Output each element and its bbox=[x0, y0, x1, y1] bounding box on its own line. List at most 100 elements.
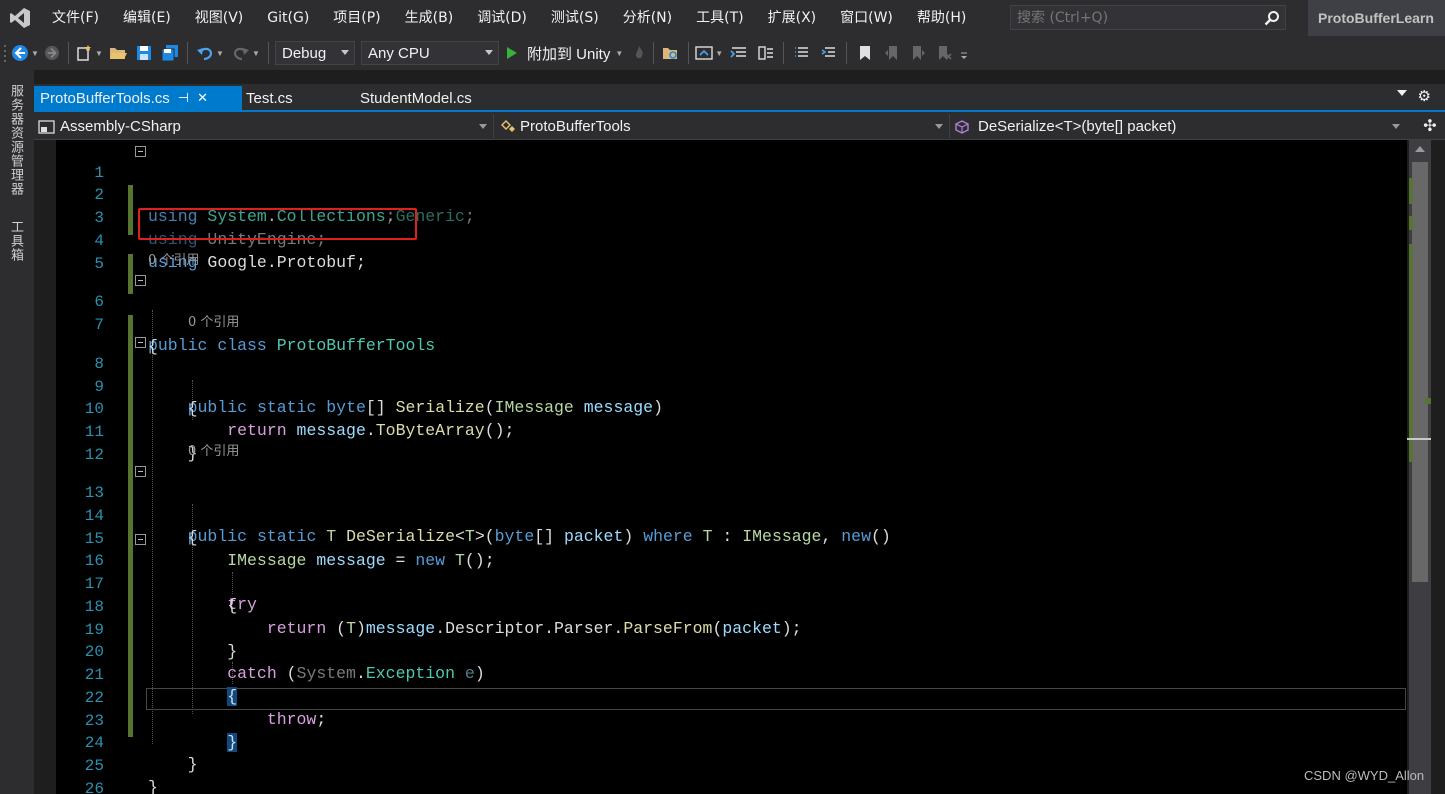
code-line: 26 bbox=[34, 756, 1407, 794]
scrollbar-thumb[interactable] bbox=[1412, 162, 1428, 582]
tab-test[interactable]: Test.cs bbox=[240, 86, 293, 110]
project-name: Assembly-CSharp bbox=[60, 118, 181, 135]
solution-explorer-icon[interactable]: ▼ bbox=[693, 40, 725, 66]
toolbar-separator bbox=[68, 42, 69, 64]
menu-help[interactable]: 帮助(H) bbox=[905, 0, 978, 36]
toolbox-tab[interactable]: 工具箱 bbox=[6, 220, 25, 262]
code-line: 25 } bbox=[34, 733, 1407, 794]
next-bookmark-icon[interactable] bbox=[905, 40, 931, 66]
menu-window[interactable]: 窗口(W) bbox=[828, 0, 905, 36]
menu-project[interactable]: 项目(P) bbox=[321, 0, 392, 36]
member-name: DeSerialize<T>(byte[] packet) bbox=[978, 118, 1177, 135]
new-project-icon[interactable]: ▼ bbox=[73, 40, 105, 66]
clear-bookmarks-icon[interactable] bbox=[931, 40, 957, 66]
code-line: 19 } bbox=[34, 597, 1407, 661]
code-line: 18 return (T)message.Descriptor.Parser.P… bbox=[34, 574, 1407, 638]
code-line: 8 public static byte[] Serialize(IMessag… bbox=[34, 331, 1407, 417]
redo-icon[interactable]: ▼ bbox=[228, 40, 264, 66]
save-icon[interactable] bbox=[131, 40, 157, 66]
scrollbar-change-mark bbox=[1409, 178, 1413, 204]
uncomment-lines-icon[interactable] bbox=[816, 40, 842, 66]
toolbar-grip[interactable] bbox=[0, 40, 10, 66]
search-input[interactable] bbox=[1011, 9, 1259, 26]
configuration-dropdown[interactable]: Debug bbox=[275, 41, 355, 65]
tab-label: StudentModel.cs bbox=[360, 89, 472, 107]
find-in-files-icon[interactable] bbox=[658, 40, 684, 66]
menu-debug[interactable]: 调试(D) bbox=[465, 0, 539, 36]
step-into-icon[interactable] bbox=[725, 40, 753, 66]
nav-divider bbox=[493, 114, 494, 138]
layout-icon[interactable] bbox=[753, 40, 779, 66]
nav-divider bbox=[949, 114, 950, 138]
tab-overflow-icon[interactable] bbox=[1397, 90, 1407, 96]
menu-view[interactable]: 视图(V) bbox=[183, 0, 256, 36]
menu-test[interactable]: 测试(S) bbox=[539, 0, 611, 36]
menu-extensions[interactable]: 扩展(X) bbox=[756, 0, 829, 36]
visual-studio-logo-icon[interactable] bbox=[0, 0, 40, 36]
search-icon[interactable] bbox=[1259, 6, 1285, 29]
solution-name[interactable]: ProtoBufferLearn bbox=[1308, 0, 1445, 36]
menu-analyze[interactable]: 分析(N) bbox=[611, 0, 684, 36]
collapse-icon[interactable] bbox=[135, 146, 146, 157]
code-line: 14 { bbox=[34, 483, 1407, 547]
menu-file[interactable]: 文件(F) bbox=[40, 0, 111, 36]
code-line: 23 } bbox=[34, 688, 1407, 752]
code-editor[interactable]: 1 using System.Collections; 2 using Syst… bbox=[34, 140, 1407, 794]
references-codelens[interactable]: 0 个引用 bbox=[188, 443, 239, 461]
code-line: 22 throw; bbox=[34, 665, 1407, 729]
gear-icon[interactable]: ⚙ bbox=[1418, 87, 1431, 105]
toolbar-separator bbox=[688, 42, 690, 64]
hot-reload-icon[interactable] bbox=[629, 40, 649, 66]
navigate-back-icon[interactable]: ▼ bbox=[10, 40, 40, 66]
pin-icon[interactable]: ⊣ bbox=[178, 90, 189, 106]
navigate-forward-icon[interactable] bbox=[40, 40, 64, 66]
scrollbar-change-mark bbox=[1409, 216, 1413, 230]
attach-label: 附加到 Unity bbox=[527, 45, 611, 63]
platform-dropdown[interactable]: Any CPU bbox=[361, 41, 499, 65]
toolbar-overflow-icon[interactable] bbox=[957, 40, 971, 66]
line-number: 26 bbox=[84, 780, 104, 794]
code-line: 10 return message.ToByteArray(); bbox=[34, 376, 1407, 440]
toolbar-separator bbox=[846, 42, 848, 64]
document-tab-bar: ProtoBufferTools.cs ⊣ ✕ Test.cs StudentM… bbox=[34, 84, 1445, 110]
annotation-highlight-box bbox=[138, 208, 417, 240]
split-editor-icon[interactable]: ✣ bbox=[1419, 115, 1441, 137]
previous-bookmark-icon[interactable] bbox=[879, 40, 905, 66]
vertical-scrollbar[interactable] bbox=[1407, 140, 1445, 794]
tab-studentmodel[interactable]: StudentModel.cs bbox=[354, 86, 472, 110]
open-folder-icon[interactable] bbox=[105, 40, 131, 66]
scroll-up-icon[interactable] bbox=[1415, 146, 1425, 152]
toolbar-separator bbox=[653, 42, 655, 64]
collapse-icon[interactable] bbox=[135, 337, 146, 348]
undo-icon[interactable]: ▼ bbox=[192, 40, 228, 66]
collapse-icon[interactable] bbox=[135, 534, 146, 545]
menu-edit[interactable]: 编辑(E) bbox=[111, 0, 183, 36]
server-explorer-tab[interactable]: 服务器资源管理器 bbox=[6, 84, 25, 196]
code-line: 12 bbox=[34, 422, 1407, 464]
menu-git[interactable]: Git(G) bbox=[255, 0, 321, 36]
menu-tools[interactable]: 工具(T) bbox=[684, 0, 755, 36]
save-all-icon[interactable] bbox=[157, 40, 183, 66]
member-dropdown[interactable]: DeSerialize<T>(byte[] packet) bbox=[954, 115, 1402, 138]
code-line: 17 { bbox=[34, 551, 1407, 615]
references-codelens[interactable]: 0 个引用 bbox=[188, 314, 239, 332]
menu-build[interactable]: 生成(B) bbox=[393, 0, 466, 36]
type-dropdown[interactable]: ProtoBufferTools bbox=[500, 115, 946, 138]
type-name: ProtoBufferTools bbox=[520, 118, 631, 135]
code-line: 3 using UnityEngine; bbox=[34, 185, 1407, 249]
attach-to-unity-button[interactable]: 附加到 Unity ▼ bbox=[499, 40, 629, 66]
close-icon[interactable]: ✕ bbox=[197, 90, 208, 106]
tab-protobuffertools[interactable]: ProtoBufferTools.cs ⊣ ✕ bbox=[34, 86, 242, 110]
side-tool-strip: 服务器资源管理器 工具箱 bbox=[0, 70, 34, 794]
project-dropdown[interactable]: Assembly-CSharp bbox=[38, 115, 490, 138]
configuration-value: Debug bbox=[282, 44, 327, 62]
references-codelens[interactable]: 0 个引用 bbox=[148, 252, 199, 270]
collapse-icon[interactable] bbox=[135, 466, 146, 477]
code-line: 20 catch (System.Exception e) bbox=[34, 619, 1407, 683]
comment-lines-icon[interactable] bbox=[788, 40, 816, 66]
scrollbar-caret-mark bbox=[1425, 398, 1431, 404]
code-line: 21 { bbox=[34, 642, 1407, 706]
collapse-icon[interactable] bbox=[135, 275, 146, 286]
bookmark-icon[interactable] bbox=[851, 40, 879, 66]
scrollbar-change-mark bbox=[1409, 244, 1413, 462]
